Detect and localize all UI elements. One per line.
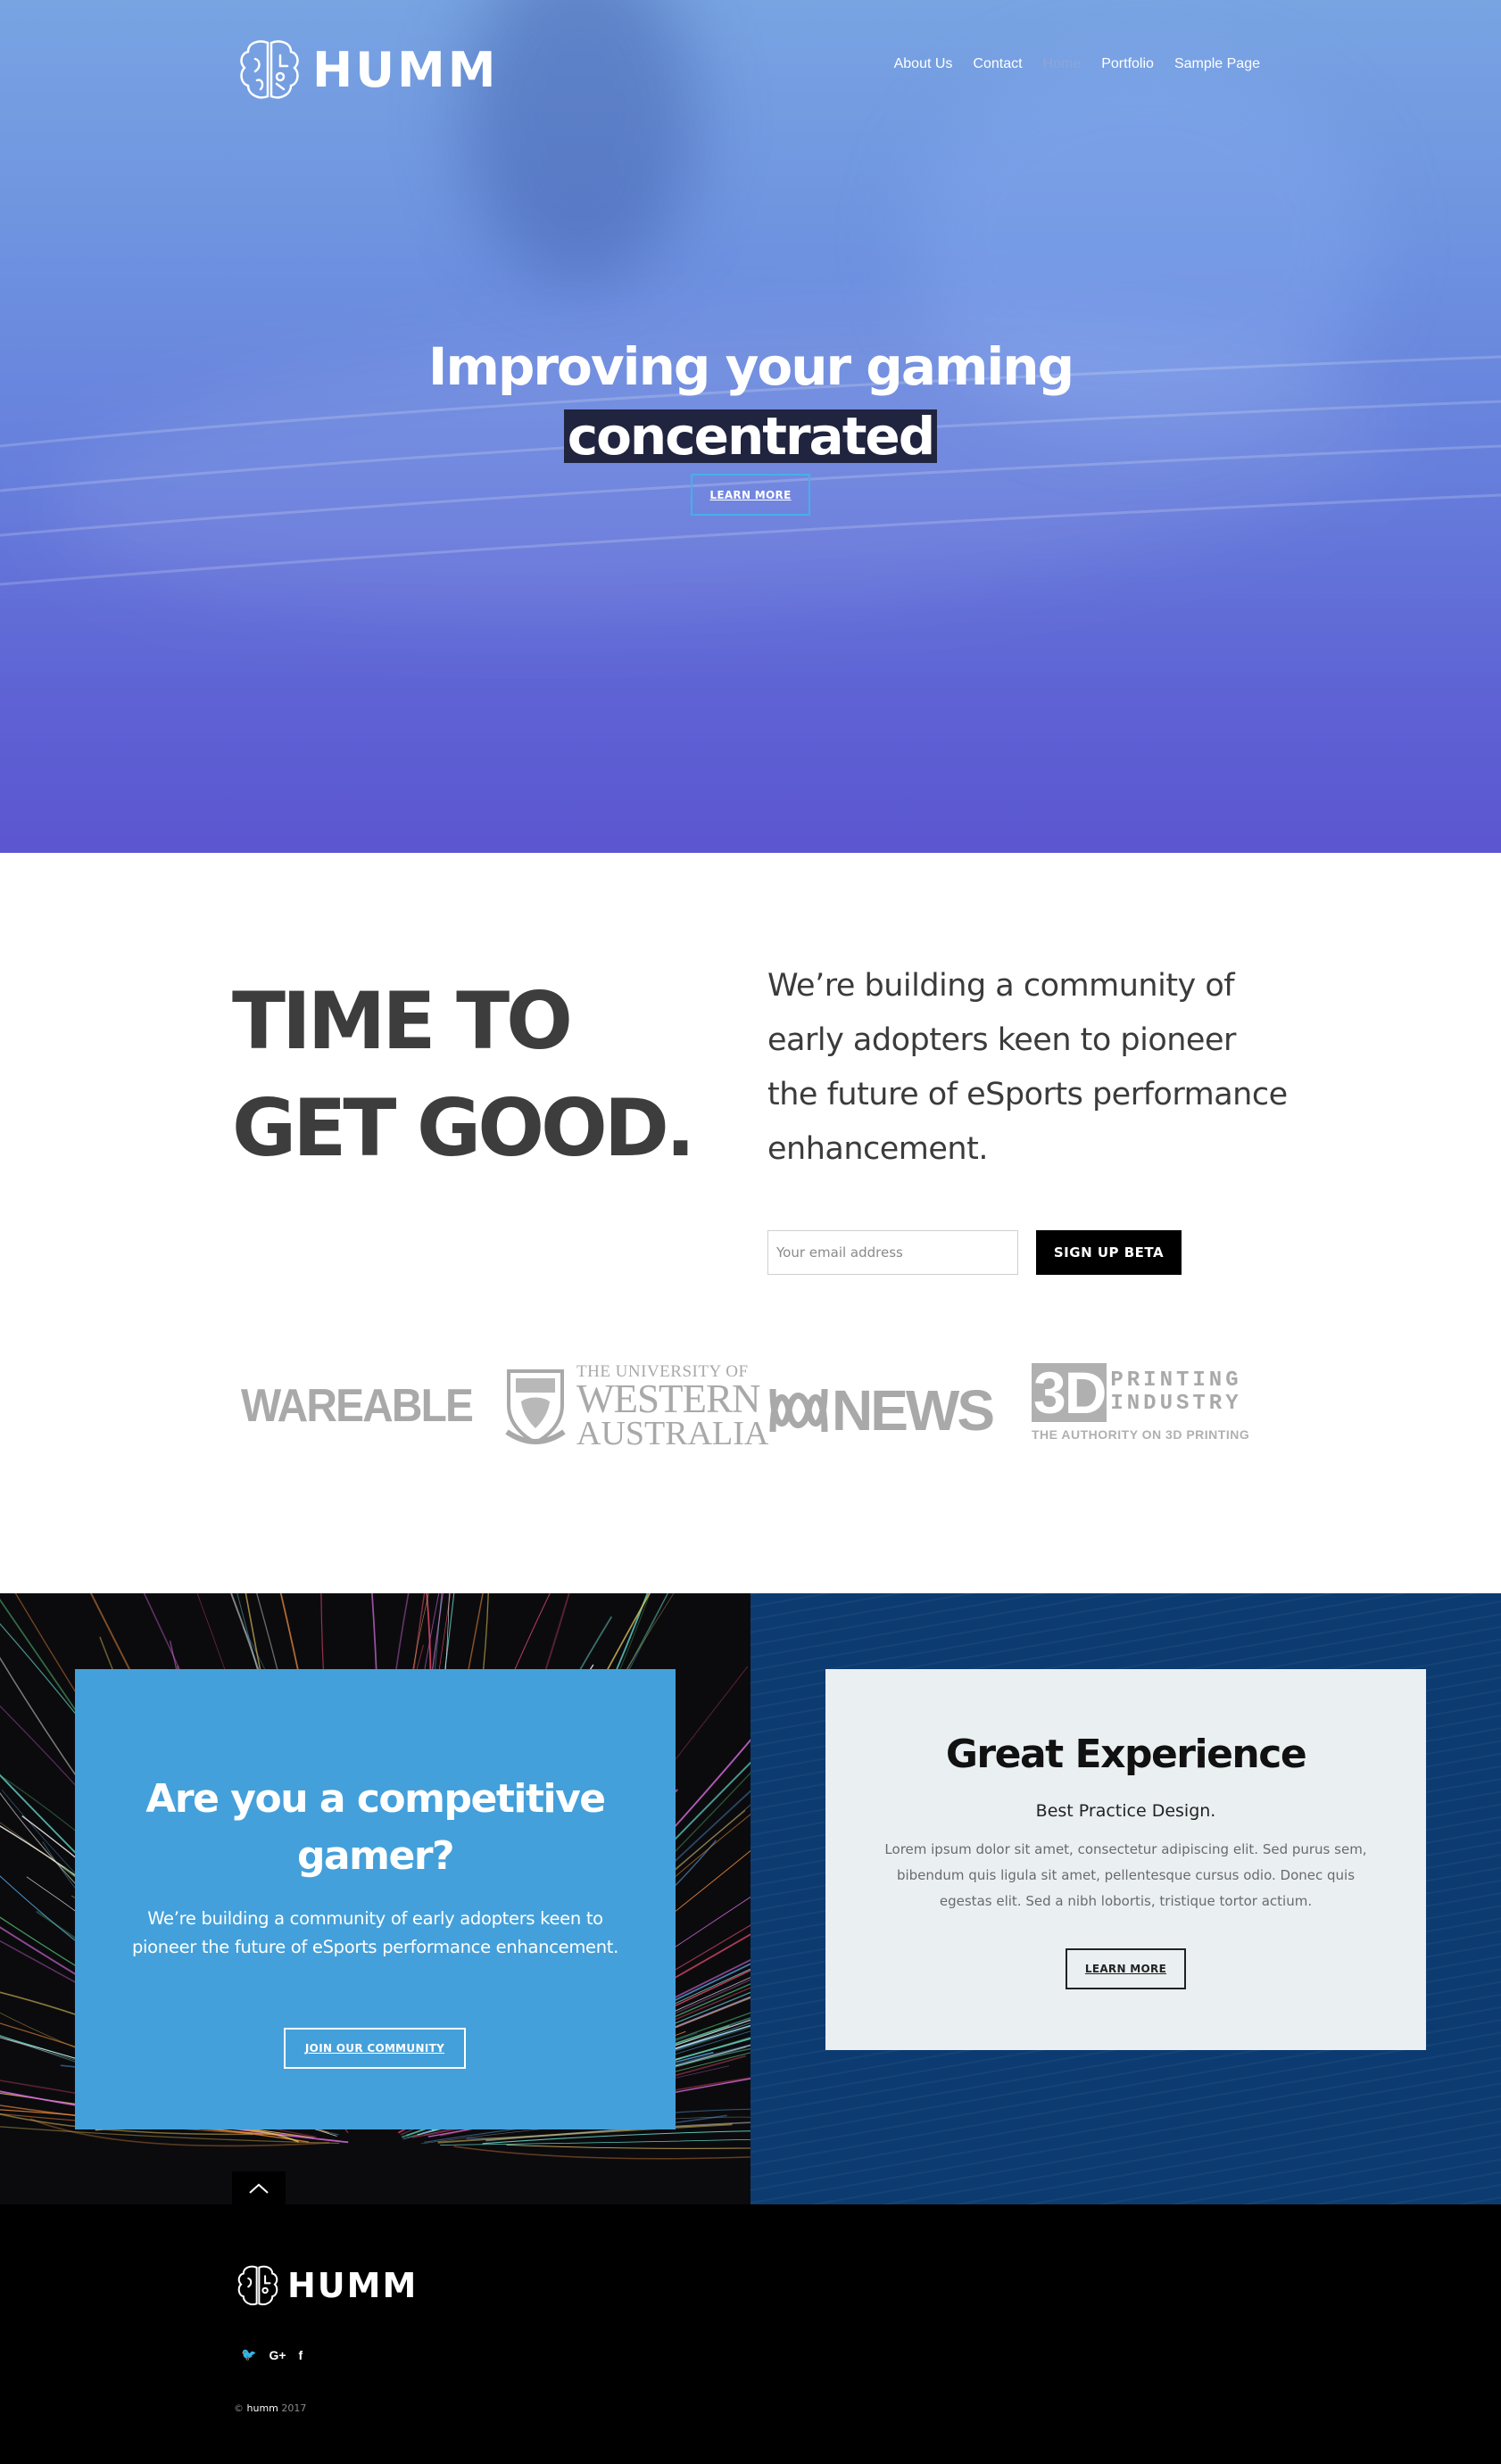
copyright-year: 2017 [278, 2402, 307, 2414]
copyright-prefix: © [234, 2402, 247, 2414]
nav-link-contact[interactable]: Contact [973, 56, 1022, 72]
hero-section: HUMM About Us Contact Home Portfolio Sam… [0, 0, 1501, 853]
uwa-line3: AUSTRALIA [576, 1415, 769, 1452]
nav-link-about-us[interactable]: About Us [894, 56, 953, 72]
experience-text: Lorem ipsum dolor sit amet, consectetur … [884, 1841, 1367, 1909]
uwa-line2: WESTERN [576, 1377, 760, 1421]
intro-heading: TIME TO GET GOOD. [232, 968, 695, 1182]
back-to-top-button[interactable] [232, 2171, 286, 2204]
competitive-text: We’re building a community of early adop… [131, 1908, 619, 1957]
facebook-icon[interactable]: f [299, 2348, 303, 2362]
intro-text: We’re building a community of early adop… [767, 968, 1288, 1167]
competitive-heading: Are you a competitive gamer? [145, 1776, 606, 1879]
intro-heading-line2: GET GOOD. [232, 1082, 695, 1174]
tdp-3d-text: 3D [1032, 1360, 1107, 1426]
abc-news-text: NEWS [832, 1378, 995, 1443]
social-links: 🐦 G+ f [241, 2347, 303, 2362]
beta-signup-form: SIGN UP BETA [767, 1230, 1182, 1275]
tdp-line2: INDUSTRY [1110, 1392, 1242, 1416]
hero-background-blur [464, 0, 696, 285]
main-nav: About Us Contact Home Portfolio Sample P… [894, 56, 1260, 72]
hero-title-highlight: concentrated [563, 409, 938, 463]
footer: HUMM 🐦 G+ f © humm 2017 [0, 2204, 1501, 2464]
great-experience-card: Great Experience Best Practice Design. L… [825, 1669, 1426, 2050]
google-plus-icon[interactable]: G+ [269, 2348, 286, 2362]
intro-heading-line1: TIME TO [232, 975, 573, 1067]
hero-title: Improving your gaming concentrated [0, 332, 1501, 471]
3d-printing-industry-logo: 3D PRINTING INDUSTRY THE AUTHORITY ON 3D… [1032, 1363, 1249, 1442]
brain-logo-icon [237, 2265, 278, 2306]
nav-link-sample-page[interactable]: Sample Page [1174, 56, 1260, 72]
email-field[interactable] [767, 1230, 1018, 1275]
uwa-logo: THE UNIVERSITY OF WESTERN AUSTRALIA [502, 1363, 769, 1452]
experience-heading: Great Experience [945, 1732, 1307, 1777]
press-logos: WAREABLE THE UNIVERSITY OF WESTERN AUSTR… [237, 1363, 1264, 1452]
experience-subheading: Best Practice Design. [1035, 1801, 1216, 1821]
university-crest-icon [505, 1368, 566, 1444]
experience-learn-more-button[interactable]: LEARN MORE [1066, 1948, 1186, 1989]
brain-logo-icon [240, 40, 299, 99]
tdp-tagline: THE AUTHORITY ON 3D PRINTING [1032, 1427, 1250, 1442]
chevron-up-icon [249, 2183, 269, 2194]
copyright: © humm 2017 [234, 2402, 306, 2414]
copyright-brand: humm [246, 2402, 278, 2414]
footer-logo-text: HUMM [287, 2266, 419, 2305]
sign-up-beta-button[interactable]: SIGN UP BETA [1036, 1230, 1182, 1275]
footer-logo[interactable]: HUMM [234, 2261, 418, 2310]
join-community-button[interactable]: JOIN OUR COMMUNITY [284, 2028, 466, 2069]
nav-link-home[interactable]: Home [1043, 56, 1082, 72]
tdp-line1: PRINTING [1110, 1368, 1242, 1393]
site-logo[interactable]: HUMM [234, 34, 499, 105]
abc-news-logo: NEWS [767, 1377, 995, 1443]
nav-link-portfolio[interactable]: Portfolio [1101, 56, 1154, 72]
abc-lissajous-icon [769, 1388, 828, 1433]
competitive-gamer-card: Are you a competitive gamer? We’re build… [75, 1669, 676, 2129]
twitter-icon[interactable]: 🐦 [241, 2347, 256, 2362]
hero-title-line1: Improving your gaming [427, 336, 1074, 397]
wareable-logo: WAREABLE [241, 1380, 474, 1432]
hero-learn-more-button[interactable]: LEARN MORE [691, 474, 810, 516]
logo-text: HUMM [312, 41, 499, 98]
